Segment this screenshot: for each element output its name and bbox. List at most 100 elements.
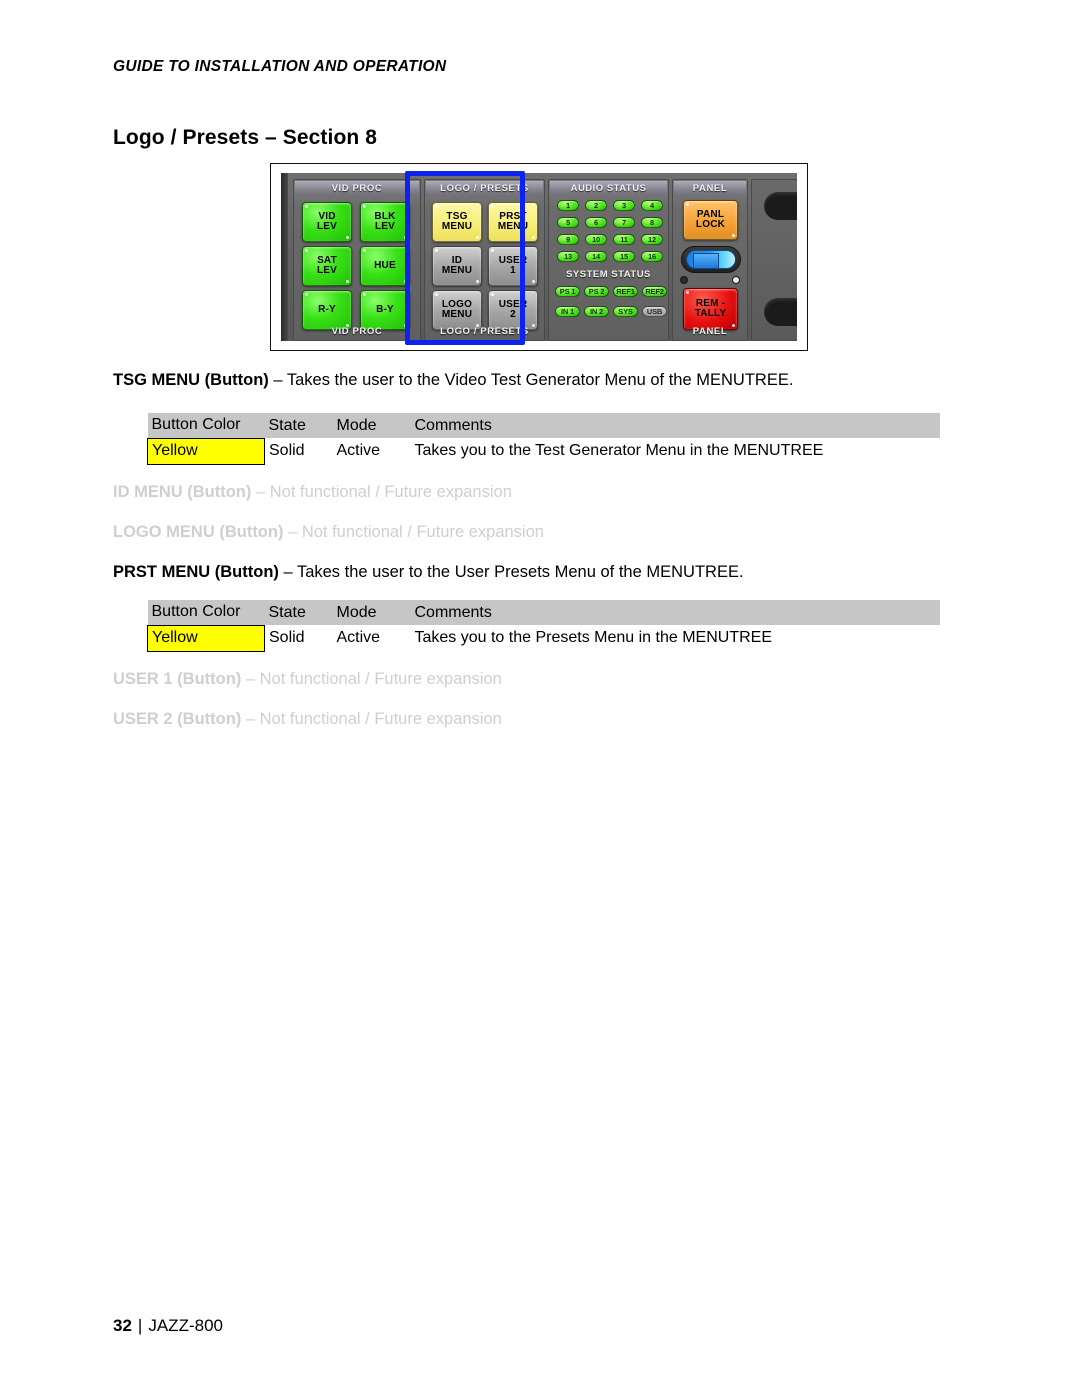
control-panel-figure: VID PROC VID LEV BLK LEV SAT LEV HUE R-Y… <box>270 163 808 351</box>
column-header-mode: Mode <box>332 413 411 438</box>
button-rem-tally[interactable]: REM - TALLY <box>683 288 738 330</box>
led-dot-icon <box>435 293 438 296</box>
front-panel: VID PROC VID LEV BLK LEV SAT LEV HUE R-Y… <box>281 173 797 341</box>
footer-separator: | <box>137 1316 143 1335</box>
section-tsg-menu-text: TSG MENU (Button) – Takes the user to th… <box>113 370 793 391</box>
running-header: GUIDE TO INSTALLATION AND OPERATION <box>113 58 447 75</box>
led-audio-9: 9 <box>557 234 579 245</box>
led-dot-icon <box>435 249 438 252</box>
button-prst-menu[interactable]: PRST MENU <box>488 202 538 242</box>
led-audio-3: 3 <box>613 200 635 211</box>
table-header-row: Button Color State Mode Comments <box>147 600 940 625</box>
led-dot-icon <box>476 236 479 239</box>
cell-button-color: Yellow <box>147 437 265 465</box>
led-dot-icon <box>686 203 689 206</box>
section-id-menu-text: ID MENU (Button) – Not functional / Futu… <box>113 482 512 503</box>
led-dot-icon <box>491 293 494 296</box>
group-footer-logo-presets: LOGO / PRESETS <box>440 326 529 337</box>
led-dot-icon <box>532 236 535 239</box>
table-row: Yellow Solid Active Takes you to the Tes… <box>147 437 940 465</box>
rocker-switch[interactable] <box>681 246 741 273</box>
led-in-2: IN 2 <box>584 306 609 317</box>
rocker-switch-inner <box>686 250 736 269</box>
group-footer-vid-proc: VID PROC <box>331 326 383 337</box>
rack-handle-bottom <box>764 298 797 326</box>
column-header-mode: Mode <box>332 600 411 625</box>
button-label: MENU <box>441 309 473 320</box>
term-label: USER 2 (Button) <box>113 710 242 728</box>
button-logo-menu[interactable]: LOGO MENU <box>432 290 482 330</box>
term-description: – Takes the user to the Video Test Gener… <box>268 371 794 389</box>
cell-button-color: Yellow <box>147 624 265 652</box>
column-header-state: State <box>264 413 333 438</box>
group-footer-panel: PANEL <box>692 326 728 337</box>
column-header-state: State <box>264 600 333 625</box>
cell-comments: Takes you to the Presets Menu in the MEN… <box>410 625 940 651</box>
cell-mode: Active <box>332 625 411 651</box>
page-footer: 32 | JAZZ-800 <box>113 1316 223 1336</box>
cell-mode: Active <box>332 438 411 464</box>
section-user-2-text: USER 2 (Button) – Not functional / Futur… <box>113 709 502 730</box>
term-label: TSG MENU (Button) <box>113 371 269 389</box>
led-dot-icon <box>404 236 407 239</box>
led-audio-10: 10 <box>585 234 607 245</box>
footer-page-number: 32 <box>113 1316 132 1335</box>
panel-right-slab <box>751 179 797 341</box>
led-dot-icon <box>491 205 494 208</box>
document-page: GUIDE TO INSTALLATION AND OPERATION Logo… <box>0 0 1080 1397</box>
led-audio-1: 1 <box>557 200 579 211</box>
led-dot-icon <box>346 236 349 239</box>
group-title-logo-presets: LOGO / PRESETS <box>440 183 529 194</box>
led-in-1: IN 1 <box>555 306 580 317</box>
group-title-vid-proc: VID PROC <box>331 183 383 194</box>
table-tsg-menu: Button Color State Mode Comments Yellow … <box>147 413 940 465</box>
term-description: – Not functional / Future expansion <box>283 523 544 541</box>
group-title-panel: PANEL <box>692 183 728 194</box>
button-label: 2 <box>510 309 516 320</box>
button-label: MENU <box>441 265 473 276</box>
page-title: Logo / Presets – Section 8 <box>113 126 378 149</box>
button-b-y[interactable]: B-Y <box>360 290 410 330</box>
term-label: LOGO MENU (Button) <box>113 523 284 541</box>
led-ps-1: PS 1 <box>555 286 580 297</box>
led-dot-icon <box>305 293 308 296</box>
column-header-button-color: Button Color <box>147 413 265 438</box>
button-hue[interactable]: HUE <box>360 246 410 286</box>
button-panel-lock[interactable]: PANL LOCK <box>683 200 738 240</box>
footer-product-name: JAZZ-800 <box>148 1316 223 1335</box>
button-sat-lev[interactable]: SAT LEV <box>302 246 352 286</box>
group-logo-presets: LOGO / PRESETS TSG MENU PRST MENU ID MEN… <box>424 179 545 341</box>
led-audio-13: 13 <box>557 251 579 262</box>
led-dot-icon <box>435 205 438 208</box>
led-audio-12: 12 <box>641 234 663 245</box>
column-header-comments: Comments <box>410 413 940 438</box>
group-title-audio-status: AUDIO STATUS <box>570 183 647 194</box>
indicator-led-right <box>732 276 740 284</box>
table-header-row: Button Color State Mode Comments <box>147 413 940 438</box>
group-vid-proc: VID PROC VID LEV BLK LEV SAT LEV HUE R-Y… <box>293 179 421 341</box>
section-logo-menu-text: LOGO MENU (Button) – Not functional / Fu… <box>113 522 544 543</box>
led-dot-icon <box>363 249 366 252</box>
button-label: B-Y <box>376 303 394 315</box>
button-blk-lev[interactable]: BLK LEV <box>360 202 410 242</box>
button-id-menu[interactable]: ID MENU <box>432 246 482 286</box>
button-label: LEV <box>374 221 396 232</box>
button-tsg-menu[interactable]: TSG MENU <box>432 202 482 242</box>
led-audio-7: 7 <box>613 217 635 228</box>
button-vid-lev[interactable]: VID LEV <box>302 202 352 242</box>
led-ref-1: REF1 <box>613 286 638 297</box>
button-user-2[interactable]: USER 2 <box>488 290 538 330</box>
led-ps-2: PS 2 <box>584 286 609 297</box>
led-dot-icon <box>363 293 366 296</box>
led-usb: USB <box>642 306 667 317</box>
led-audio-16: 16 <box>641 251 663 262</box>
led-dot-icon <box>305 205 308 208</box>
button-label: MENU <box>441 221 473 232</box>
term-description: – Takes the user to the User Presets Men… <box>278 563 744 581</box>
button-user-1[interactable]: USER 1 <box>488 246 538 286</box>
button-r-y[interactable]: R-Y <box>302 290 352 330</box>
led-dot-icon <box>532 280 535 283</box>
group-title-system-status: SYSTEM STATUS <box>566 269 651 280</box>
led-dot-icon <box>346 280 349 283</box>
term-description: – Not functional / Future expansion <box>241 710 502 728</box>
